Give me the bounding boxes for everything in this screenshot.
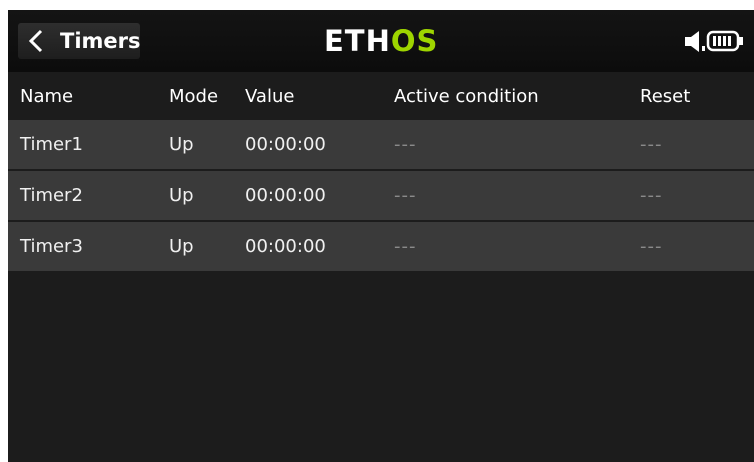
page-title: Timers: [60, 29, 141, 53]
timer-active-condition: ---: [394, 236, 417, 257]
logo-text-right: OS: [390, 24, 439, 58]
chevron-left-icon: [28, 29, 43, 53]
timer-mode: Up: [169, 236, 194, 257]
column-header-value: Value: [245, 86, 295, 107]
timer-name: Timer3: [20, 236, 83, 257]
battery-icon: [706, 30, 743, 52]
top-bar: Timers ETHOS: [8, 10, 754, 72]
timer-mode: Up: [169, 134, 194, 155]
timer-reset: ---: [640, 185, 663, 206]
timer-value: 00:00:00: [245, 134, 326, 155]
status-icons: [684, 29, 746, 57]
timer-reset: ---: [640, 134, 663, 155]
speaker-icon: [685, 31, 705, 52]
table-row[interactable]: Timer1 Up 00:00:00 --- ---: [8, 120, 754, 169]
timer-value: 00:00:00: [245, 236, 326, 257]
table-row[interactable]: Timer3 Up 00:00:00 --- ---: [8, 222, 754, 271]
column-header-reset: Reset: [640, 86, 691, 107]
timer-active-condition: ---: [394, 185, 417, 206]
timer-active-condition: ---: [394, 134, 417, 155]
ethos-logo: ETHOS: [324, 24, 438, 58]
timer-name: Timer1: [20, 134, 83, 155]
timer-value: 00:00:00: [245, 185, 326, 206]
timer-reset: ---: [640, 236, 663, 257]
timer-name: Timer2: [20, 185, 83, 206]
column-header-name: Name: [20, 86, 74, 107]
logo-text-left: ETH: [324, 24, 391, 58]
column-header-active-condition: Active condition: [394, 86, 539, 107]
radio-screen: Timers ETHOS Name Mode Value Active cond…: [8, 10, 754, 462]
back-button[interactable]: Timers: [18, 23, 141, 59]
column-header-mode: Mode: [169, 86, 219, 107]
timer-mode: Up: [169, 185, 194, 206]
table-row[interactable]: Timer2 Up 00:00:00 --- ---: [8, 171, 754, 220]
